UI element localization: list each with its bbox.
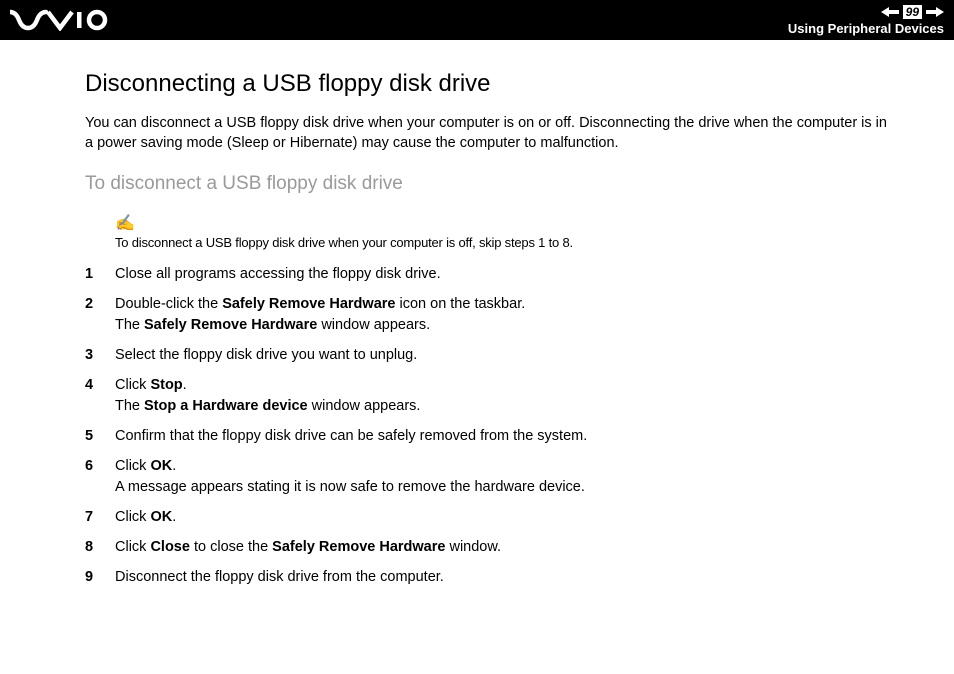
step-item: 4 Click Stop. The Stop a Hardware device… [85, 375, 894, 416]
page-number: 99 [903, 5, 922, 19]
step-item: 1 Close all programs accessing the flopp… [85, 264, 894, 284]
step-body: Disconnect the floppy disk drive from th… [115, 567, 894, 587]
step-number: 1 [85, 264, 97, 284]
step-body: Close all programs accessing the floppy … [115, 264, 894, 284]
subtitle: To disconnect a USB floppy disk drive [85, 173, 894, 195]
step-number: 2 [85, 294, 97, 335]
step-number: 4 [85, 375, 97, 416]
step-item: 6 Click OK. A message appears stating it… [85, 456, 894, 497]
note-icon: ✍ [115, 213, 894, 233]
step-number: 5 [85, 426, 97, 446]
step-number: 3 [85, 345, 97, 365]
step-body: Click Close to close the Safely Remove H… [115, 537, 894, 557]
step-item: 8 Click Close to close the Safely Remove… [85, 537, 894, 557]
page-content: Disconnecting a USB floppy disk drive Yo… [0, 40, 954, 618]
steps-list: 1 Close all programs accessing the flopp… [85, 264, 894, 588]
step-number: 8 [85, 537, 97, 557]
step-body: Confirm that the floppy disk drive can b… [115, 426, 894, 446]
header-bar: 99 Using Peripheral Devices [0, 0, 954, 40]
header-nav: 99 Using Peripheral Devices [788, 5, 944, 36]
step-body: Select the floppy disk drive you want to… [115, 345, 894, 365]
step-item: 3 Select the floppy disk drive you want … [85, 345, 894, 365]
step-number: 9 [85, 567, 97, 587]
step-number: 7 [85, 507, 97, 527]
step-body: Click OK. A message appears stating it i… [115, 456, 894, 497]
section-label: Using Peripheral Devices [788, 21, 944, 36]
step-body: Click Stop. The Stop a Hardware device w… [115, 375, 894, 416]
vaio-logo [10, 9, 110, 31]
step-item: 2 Double-click the Safely Remove Hardwar… [85, 294, 894, 335]
note-block: ✍ To disconnect a USB floppy disk drive … [115, 213, 894, 250]
step-item: 5 Confirm that the floppy disk drive can… [85, 426, 894, 446]
page-title: Disconnecting a USB floppy disk drive [85, 70, 894, 98]
note-text: To disconnect a USB floppy disk drive wh… [115, 235, 894, 250]
step-item: 9 Disconnect the floppy disk drive from … [85, 567, 894, 587]
step-body: Double-click the Safely Remove Hardware … [115, 294, 894, 335]
step-item: 7 Click OK. [85, 507, 894, 527]
step-body: Click OK. [115, 507, 894, 527]
next-page-icon[interactable] [926, 7, 944, 17]
prev-page-icon[interactable] [881, 7, 899, 17]
step-number: 6 [85, 456, 97, 497]
intro-paragraph: You can disconnect a USB floppy disk dri… [85, 114, 894, 153]
